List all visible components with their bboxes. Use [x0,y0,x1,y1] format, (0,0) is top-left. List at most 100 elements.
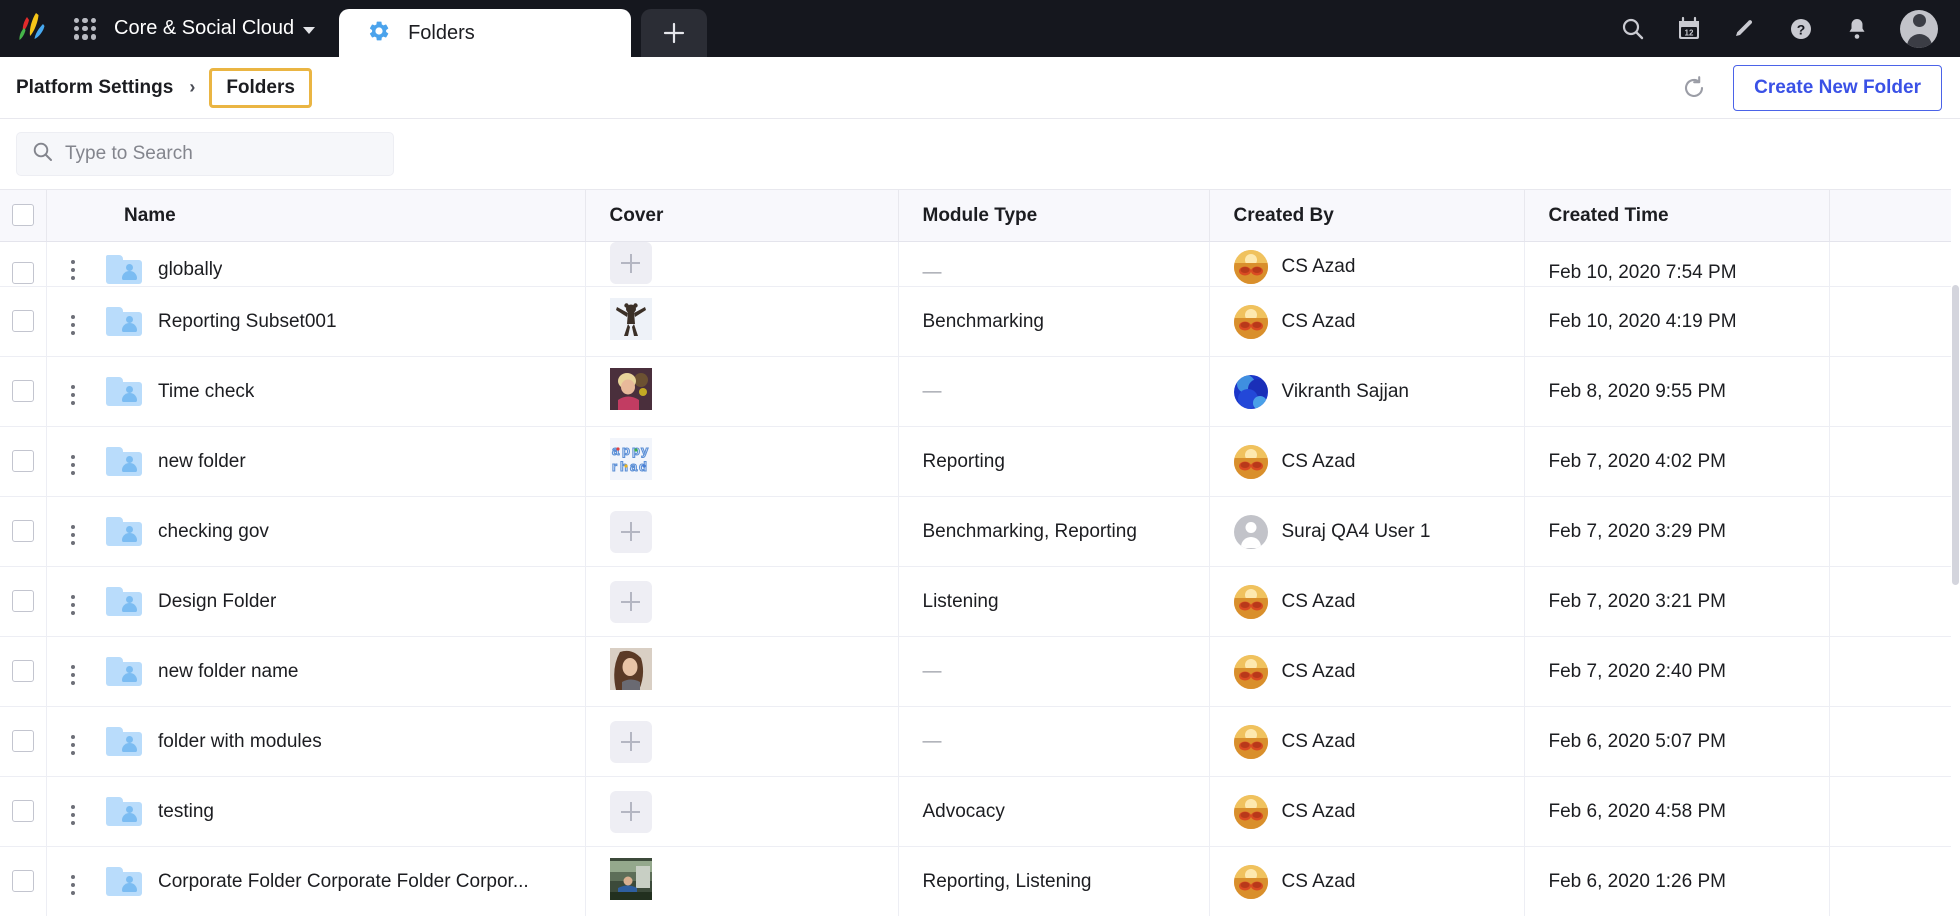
folder-name-cell[interactable]: checking gov [100,496,586,567]
folder-name-label: Design Folder [158,590,277,612]
table-row[interactable]: checking gov Benchmarking, Reporting Sura… [0,496,1960,567]
module-type-empty: — [922,380,942,402]
create-new-folder-button[interactable]: Create New Folder [1733,64,1942,111]
row-checkbox[interactable] [11,800,34,823]
row-checkbox[interactable] [11,261,34,284]
row-menu-icon[interactable] [65,869,81,901]
row-menu-icon[interactable] [65,589,81,621]
row-actions-cell [46,286,100,357]
folder-name-cell[interactable]: folder with modules [100,706,586,777]
folder-name-cell[interactable]: new folder name [100,636,586,707]
edit-pencil-icon[interactable] [1730,14,1760,44]
table-row[interactable]: new folder name — CS Azad Feb 7, 2020 2:4… [0,636,1960,707]
cover-thumbnail[interactable] [609,647,652,695]
grid-dot [82,17,88,23]
folder-name-cell[interactable]: Corporate Folder Corporate Folder Corpor… [100,846,586,916]
row-checkbox[interactable] [11,380,34,403]
table-row[interactable]: Corporate Folder Corporate Folder Corpor… [0,846,1960,916]
svg-text:12: 12 [1685,28,1694,37]
search-box[interactable] [16,132,394,176]
breadcrumb-separator-icon: › [189,77,196,97]
table-row[interactable]: new folder appy rhad Reporting CS Azad Fe… [0,426,1960,497]
folder-name-cell[interactable]: new folder [100,426,586,497]
column-header-name[interactable]: Name [100,189,586,242]
created-by-cell: CS Azad [1209,846,1525,916]
row-checkbox[interactable] [11,870,34,893]
row-checkbox[interactable] [11,660,34,683]
shared-folder-icon [106,307,142,336]
search-icon[interactable] [1618,14,1648,44]
scrollbar-thumb[interactable] [1952,285,1959,585]
table-row[interactable]: Reporting Subset001 Benchmarking CS Azad… [0,286,1960,357]
row-menu-icon[interactable] [65,449,81,481]
breadcrumb-current[interactable]: Folders [209,67,312,108]
row-menu-icon[interactable] [65,309,81,341]
folder-name-cell[interactable]: globally [100,241,586,287]
table-row[interactable]: globally — CS Azad Feb 10, 2020 7:54 PM [0,241,1960,287]
add-cover-button[interactable] [609,510,652,553]
cover-thumbnail[interactable] [609,367,652,415]
row-menu-icon[interactable] [65,379,81,411]
row-select-cell [0,286,47,357]
row-checkbox[interactable] [11,450,34,473]
row-menu-icon[interactable] [65,519,81,551]
workspace-selector[interactable]: Core & Social Cloud [112,17,325,40]
row-trailing-cell [1829,566,1960,637]
calendar-icon[interactable]: 12 [1674,14,1704,44]
column-header-created-time[interactable]: Created Time [1524,189,1830,242]
column-header-cover[interactable]: Cover [585,189,899,242]
app-grid-icon[interactable] [68,12,102,46]
creator-name-label: CS Azad [1281,590,1356,612]
folder-name-cell[interactable]: Design Folder [100,566,586,637]
folder-name-cell[interactable]: Reporting Subset001 [100,286,586,357]
table-row[interactable]: folder with modules — CS Azad Feb 6, 2020… [0,706,1960,777]
column-header-module-type[interactable]: Module Type [898,189,1210,242]
created-by-cell: CS Azad [1209,426,1525,497]
sprinklr-logo-icon[interactable] [14,11,54,47]
search-input[interactable] [65,143,378,165]
module-type-cell: — [898,636,1210,707]
cover-thumbnail[interactable]: appy rhad [609,437,652,485]
vertical-scrollbar[interactable] [1951,189,1960,916]
folder-name-cell[interactable]: Time check [100,356,586,427]
breadcrumb-parent[interactable]: Platform Settings [14,73,175,103]
select-all-checkbox[interactable] [11,204,34,227]
row-checkbox[interactable] [11,520,34,543]
created-time-label: Feb 7, 2020 4:02 PM [1548,450,1726,472]
created-time-label: Feb 7, 2020 3:29 PM [1548,520,1726,542]
row-menu-icon[interactable] [65,799,81,831]
cover-cell: appy rhad [585,426,899,497]
row-actions-cell [46,566,100,637]
help-icon[interactable]: ? [1786,14,1816,44]
tab-folders[interactable]: Folders [339,9,632,57]
add-cover-button[interactable] [609,720,652,763]
folder-name-cell[interactable]: testing [100,776,586,847]
refresh-icon[interactable] [1677,71,1711,105]
row-checkbox[interactable] [11,310,34,333]
table-row[interactable]: testing Advocacy CS Azad Feb 6, 2020 4:58… [0,776,1960,847]
module-type-label: Reporting, Listening [922,870,1092,892]
notifications-bell-icon[interactable] [1842,14,1872,44]
add-cover-button[interactable] [609,242,652,284]
add-cover-button[interactable] [609,580,652,623]
column-header-created-by[interactable]: Created By [1209,189,1525,242]
row-checkbox[interactable] [11,590,34,613]
row-menu-icon[interactable] [65,254,81,286]
avatar-head [1912,14,1926,27]
module-type-label: Listening [922,590,999,612]
cover-cell [585,566,899,637]
row-checkbox[interactable] [11,730,34,753]
cover-cell [585,636,899,707]
row-menu-icon[interactable] [65,659,81,691]
module-type-cell: Benchmarking [898,286,1210,357]
row-actions-cell [46,776,100,847]
cover-thumbnail[interactable] [609,857,652,905]
table-row[interactable]: Time check — Vikranth Sajjan Feb 8, 2020 … [0,356,1960,427]
new-tab-button[interactable] [641,9,708,57]
cover-thumbnail[interactable] [609,297,652,345]
row-menu-icon[interactable] [65,729,81,761]
user-avatar[interactable] [1900,9,1938,48]
add-cover-button[interactable] [609,790,652,833]
table-row[interactable]: Design Folder Listening CS Azad Feb 7, 20… [0,566,1960,637]
created-by-cell: CS Azad [1209,566,1525,637]
